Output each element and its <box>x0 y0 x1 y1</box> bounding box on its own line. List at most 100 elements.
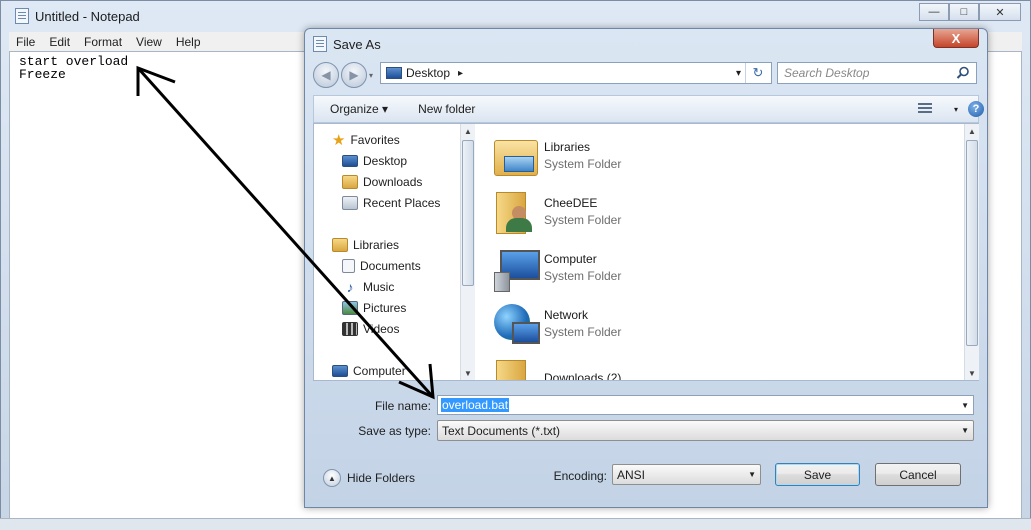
address-location: Desktop <box>406 66 451 80</box>
list-item-downloads[interactable]: Downloads (2) <box>490 354 621 380</box>
back-arrow-icon: ◀ <box>321 68 331 82</box>
dialog-title: Save As <box>333 36 381 52</box>
downloads-folder-icon <box>490 354 540 380</box>
filename-input[interactable]: overload.bat ▼ <box>437 395 974 415</box>
tree-item-documents[interactable]: Documents <box>342 256 421 276</box>
dialog-close-button[interactable]: X <box>933 29 979 48</box>
savetype-label: Save as type: <box>358 424 431 438</box>
search-placeholder: Search Desktop <box>784 66 870 80</box>
tree-item-recent-places[interactable]: Recent Places <box>342 193 440 213</box>
save-button[interactable]: Save <box>775 463 860 486</box>
star-icon: ★ <box>332 132 346 149</box>
tree-label: Pictures <box>363 301 407 315</box>
menu-format[interactable]: Format <box>77 35 129 49</box>
address-dropdown-icon[interactable]: ▾ <box>736 68 741 79</box>
nav-buttons: ◀ ▶ ▾ <box>313 62 373 88</box>
file-name: Computer <box>544 251 597 266</box>
command-bar: Organize ▾ New folder ▾ ? <box>313 95 984 123</box>
menu-file[interactable]: File <box>9 35 42 49</box>
file-type: System Folder <box>544 324 622 339</box>
filename-label: File name: <box>374 399 431 413</box>
scroll-up-icon[interactable]: ▲ <box>461 124 475 138</box>
save-as-dialog: Save As X ◀ ▶ ▾ Desktop ▸ ▾ ↻ Search Des… <box>304 28 988 508</box>
back-button[interactable]: ◀ <box>313 62 339 88</box>
recent-pages-chevron-icon[interactable]: ▾ <box>369 71 373 80</box>
notepad-icon <box>15 8 29 24</box>
list-item-libraries[interactable]: Libraries System Folder <box>490 130 621 180</box>
menu-edit[interactable]: Edit <box>42 35 77 49</box>
cancel-button[interactable]: Cancel <box>875 463 961 486</box>
search-icon[interactable] <box>956 66 970 80</box>
tree-computer[interactable]: Computer <box>332 361 406 380</box>
libraries-icon <box>332 238 348 252</box>
tree-label: Computer <box>353 364 406 378</box>
tree-item-downloads[interactable]: Downloads <box>342 172 422 192</box>
encoding-select[interactable]: ANSI ▼ <box>612 464 761 485</box>
filename-dropdown-icon[interactable]: ▼ <box>961 396 969 414</box>
desktop-icon <box>386 67 402 79</box>
tree-item-pictures[interactable]: Pictures <box>342 298 406 318</box>
dialog-titlebar: Save As <box>313 34 381 54</box>
computer-icon <box>490 242 540 292</box>
scroll-down-icon[interactable]: ▼ <box>965 366 979 380</box>
scroll-thumb[interactable] <box>462 140 474 286</box>
scroll-thumb[interactable] <box>966 140 978 346</box>
encoding-label: Encoding: <box>553 469 607 483</box>
file-name: Network <box>544 307 589 322</box>
savetype-select[interactable]: Text Documents (*.txt) ▼ <box>437 420 974 441</box>
new-folder-button[interactable]: New folder <box>418 102 475 116</box>
recent-places-icon <box>342 196 358 210</box>
tree-favorites[interactable]: ★ Favorites <box>332 130 400 150</box>
libraries-folder-icon <box>490 130 540 180</box>
forward-button[interactable]: ▶ <box>341 62 367 88</box>
close-button[interactable]: ✕ <box>979 3 1021 21</box>
collapse-chevron-icon: ▲ <box>323 469 341 487</box>
tree-label: Downloads <box>363 175 423 189</box>
tree-item-videos[interactable]: Videos <box>342 319 399 339</box>
computer-icon <box>332 365 348 377</box>
file-type: System Folder <box>544 156 622 171</box>
savetype-value: Text Documents (*.txt) <box>442 423 561 438</box>
hide-folders-label: Hide Folders <box>347 471 416 485</box>
list-item-network[interactable]: Network System Folder <box>490 298 621 348</box>
notepad-icon <box>313 36 327 52</box>
encoding-dropdown-icon[interactable]: ▼ <box>748 465 756 484</box>
search-input[interactable]: Search Desktop <box>777 62 977 84</box>
list-item-user[interactable]: CheeDEE System Folder <box>490 186 621 236</box>
tree-libraries[interactable]: Libraries <box>332 235 399 255</box>
tree-label: Desktop <box>363 154 408 168</box>
browser-panes: ★ Favorites Desktop Downloads Recent Pla… <box>313 123 979 381</box>
refresh-button[interactable]: ↻ <box>745 63 770 83</box>
scroll-down-icon[interactable]: ▼ <box>461 366 475 380</box>
help-icon[interactable]: ? <box>968 101 984 117</box>
music-icon: ♪ <box>346 279 354 295</box>
file-list-scrollbar[interactable]: ▲ ▼ <box>964 124 979 380</box>
organize-button[interactable]: Organize ▾ <box>330 102 388 116</box>
breadcrumb-chevron-icon[interactable]: ▸ <box>458 68 463 79</box>
tree-label: Libraries <box>353 238 400 252</box>
file-type: System Folder <box>544 268 622 283</box>
encoding-value: ANSI <box>617 467 646 482</box>
savetype-dropdown-icon[interactable]: ▼ <box>961 421 969 440</box>
downloads-folder-icon <box>342 175 358 189</box>
tree-label: Recent Places <box>363 196 441 210</box>
minimize-button[interactable]: — <box>919 3 949 21</box>
pictures-icon <box>342 301 358 315</box>
file-type: System Folder <box>544 212 622 227</box>
hide-folders-button[interactable]: ▲ Hide Folders <box>323 469 415 487</box>
menu-view[interactable]: View <box>129 35 169 49</box>
view-options-icon[interactable]: ▾ <box>902 103 958 115</box>
list-item-computer[interactable]: Computer System Folder <box>490 242 621 292</box>
tree-label: Favorites <box>350 133 400 147</box>
tree-item-desktop[interactable]: Desktop <box>342 151 407 171</box>
tree-item-music[interactable]: ♪ Music <box>342 277 395 297</box>
notepad-title: Untitled - Notepad <box>35 8 140 24</box>
notepad-titlebar: Untitled - Notepad <box>15 1 140 31</box>
user-folder-icon <box>490 186 540 236</box>
scroll-up-icon[interactable]: ▲ <box>965 124 979 138</box>
tree-scrollbar[interactable]: ▲ ▼ <box>460 124 475 380</box>
address-bar[interactable]: Desktop ▸ ▾ <box>380 62 772 84</box>
menu-help[interactable]: Help <box>169 35 208 49</box>
videos-icon <box>342 322 358 336</box>
maximize-button[interactable]: □ <box>949 3 979 21</box>
